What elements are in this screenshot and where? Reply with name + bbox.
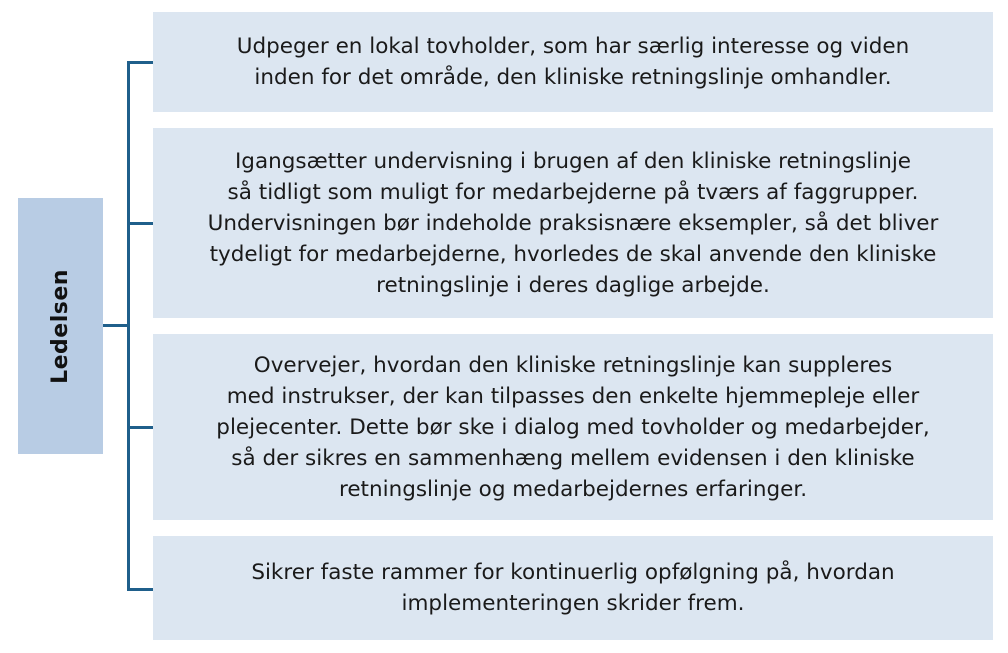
item-text-3: Overvejer, hvordan den kliniske retnings… [216,352,930,502]
root-node-label: Ledelsen [48,268,74,384]
connector-branch-3 [127,588,153,591]
item-box-2: Igangsætter undervisning i brugen af den… [153,128,993,318]
hierarchy-diagram: Ledelsen Udpeger en lokal tovholder, som… [0,0,1008,653]
connector-root-stub [103,324,130,327]
connector-trunk [127,61,130,591]
connector-branch-2 [127,426,153,429]
item-box-4: Sikrer faste rammer for kontinuerlig opf… [153,536,993,640]
item-box-1: Udpeger en lokal tovholder, som har særl… [153,12,993,112]
item-text-4: Sikrer faste rammer for kontinuerlig opf… [251,560,895,616]
connector-branch-1 [127,222,153,225]
item-box-3: Overvejer, hvordan den kliniske retnings… [153,334,993,520]
item-text-1: Udpeger en lokal tovholder, som har særl… [236,34,910,90]
item-text-2: Igangsætter undervisning i brugen af den… [207,148,939,298]
connector-branch-0 [127,61,153,64]
root-node: Ledelsen [18,198,103,454]
